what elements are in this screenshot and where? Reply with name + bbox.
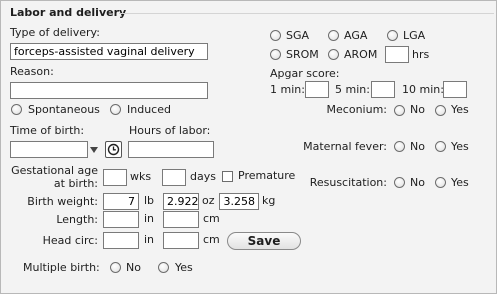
- reason-label: Reason:: [10, 65, 54, 78]
- length-cm-input[interactable]: [163, 211, 199, 228]
- arom-label: AROM: [344, 48, 378, 61]
- meconium-no-label: No: [410, 103, 425, 116]
- labor-delivery-panel: Labor and delivery Type of delivery: for…: [0, 0, 497, 294]
- meconium-no-radio[interactable]: [394, 105, 405, 116]
- oz-unit: oz: [202, 194, 215, 207]
- days-unit: days: [190, 170, 216, 183]
- clock-icon: [107, 143, 120, 156]
- apgar-5min-label: 5 min:: [335, 83, 370, 96]
- clock-button[interactable]: [105, 141, 122, 158]
- hours-of-labor-label: Hours of labor:: [129, 124, 211, 137]
- lga-label: LGA: [403, 29, 426, 42]
- gestational-age-label-line2: at birth:: [53, 177, 98, 190]
- gestational-weeks-input[interactable]: [103, 169, 127, 186]
- meconium-label: Meconium:: [326, 103, 387, 116]
- apgar-1min-input[interactable]: [305, 81, 329, 98]
- head-circ-cm-unit: cm: [203, 233, 220, 246]
- maternal-fever-no-label: No: [410, 140, 425, 153]
- time-of-birth-label: Time of birth:: [10, 124, 85, 137]
- multiple-birth-label: Multiple birth:: [23, 261, 100, 274]
- chevron-down-icon[interactable]: [90, 147, 98, 153]
- apgar-1min-label: 1 min:: [270, 83, 305, 96]
- induced-radio[interactable]: [110, 104, 121, 115]
- apgar-10min-label: 10 min:: [402, 83, 444, 96]
- induced-label: Induced: [127, 103, 171, 116]
- meconium-yes-radio[interactable]: [435, 105, 446, 116]
- length-label: Length:: [56, 213, 98, 226]
- gestational-days-input[interactable]: [162, 169, 186, 186]
- rom-hours-unit: hrs: [412, 48, 430, 61]
- multiple-birth-yes-radio[interactable]: [158, 262, 169, 273]
- head-circ-cm-input[interactable]: [163, 232, 199, 249]
- maternal-fever-label: Maternal fever:: [303, 140, 387, 153]
- multiple-birth-yes-label: Yes: [175, 261, 193, 274]
- kg-unit: kg: [262, 194, 276, 207]
- sga-radio[interactable]: [270, 30, 281, 41]
- save-button[interactable]: Save: [227, 232, 301, 250]
- time-of-birth-input[interactable]: [10, 141, 88, 158]
- birth-weight-lbs-input[interactable]: 7: [103, 193, 139, 210]
- srom-radio[interactable]: [270, 49, 281, 60]
- multiple-birth-no-label: No: [126, 261, 141, 274]
- apgar-5min-input[interactable]: [371, 81, 395, 98]
- reason-input[interactable]: [10, 82, 208, 99]
- head-circ-in-unit: in: [144, 233, 155, 246]
- premature-label: Premature: [238, 169, 296, 182]
- spontaneous-label: Spontaneous: [28, 103, 100, 116]
- section-title: Labor and delivery: [10, 6, 127, 19]
- hours-of-labor-input[interactable]: [128, 141, 214, 158]
- arom-radio[interactable]: [328, 49, 339, 60]
- birth-weight-label: Birth weight:: [27, 195, 98, 208]
- meconium-yes-label: Yes: [451, 103, 469, 116]
- birth-weight-kg-input[interactable]: 3.258: [219, 193, 259, 210]
- apgar-10min-input[interactable]: [443, 81, 467, 98]
- maternal-fever-yes-label: Yes: [451, 140, 469, 153]
- resuscitation-no-radio[interactable]: [394, 177, 405, 188]
- srom-label: SROM: [286, 48, 319, 61]
- length-in-unit: in: [144, 212, 155, 225]
- weeks-unit: wks: [130, 170, 152, 183]
- apgar-label: Apgar score:: [270, 67, 340, 80]
- type-of-delivery-input[interactable]: forceps-assisted vaginal delivery: [10, 43, 208, 60]
- birth-weight-oz-input[interactable]: 2.922: [163, 193, 199, 210]
- length-cm-unit: cm: [203, 212, 220, 225]
- head-circ-in-input[interactable]: [103, 232, 139, 249]
- resuscitation-no-label: No: [410, 176, 425, 189]
- maternal-fever-no-radio[interactable]: [394, 141, 405, 152]
- section-divider: [119, 13, 494, 14]
- maternal-fever-yes-radio[interactable]: [435, 141, 446, 152]
- multiple-birth-no-radio[interactable]: [110, 262, 121, 273]
- sga-label: SGA: [286, 29, 310, 42]
- head-circ-label: Head circ:: [42, 234, 98, 247]
- spontaneous-radio[interactable]: [11, 104, 22, 115]
- lbs-unit: lb: [144, 194, 155, 207]
- resuscitation-yes-label: Yes: [451, 176, 469, 189]
- aga-label: AGA: [344, 29, 368, 42]
- premature-checkbox[interactable]: [222, 171, 233, 182]
- type-of-delivery-label: Type of delivery:: [10, 26, 100, 39]
- lga-radio[interactable]: [387, 30, 398, 41]
- length-in-input[interactable]: [103, 211, 139, 228]
- rom-hours-input[interactable]: [385, 46, 409, 63]
- resuscitation-yes-radio[interactable]: [435, 177, 446, 188]
- aga-radio[interactable]: [328, 30, 339, 41]
- gestational-age-label: Gestational age: [11, 164, 98, 177]
- resuscitation-label: Resuscitation:: [309, 176, 387, 189]
